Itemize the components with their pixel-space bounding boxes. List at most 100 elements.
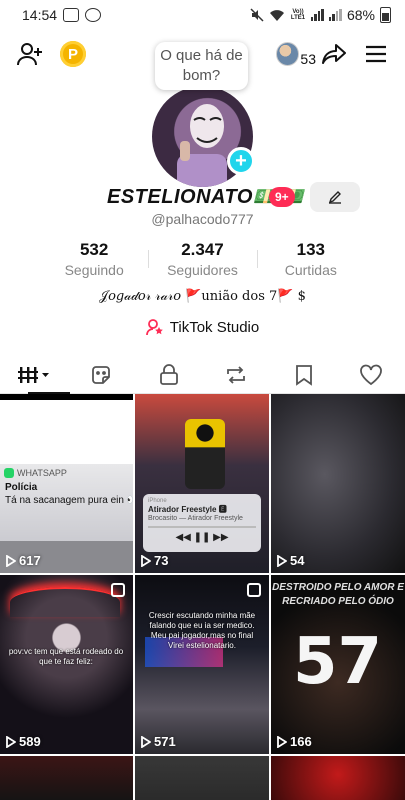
volte-label: Vo)) LTE1 (290, 9, 306, 21)
tab-private[interactable] (135, 356, 203, 393)
share-icon (322, 44, 346, 64)
signal-2-icon (328, 9, 342, 21)
notification-badge[interactable]: 9+ (269, 187, 295, 207)
stat-value: 532 (79, 240, 109, 259)
video-thumbnail[interactable]: pov:vc tem que está rodeado do que te fa… (0, 575, 133, 754)
video-thumbnail[interactable]: Crescir escutando minha mãe falando que … (135, 575, 269, 754)
stat-label: Seguidores (167, 262, 238, 278)
view-count: 54 (277, 553, 304, 568)
battery-icon (380, 7, 391, 23)
app-notification-icon (85, 8, 102, 22)
music-artist: Brocasito — Atirador Freestyle (148, 515, 243, 522)
view-count-value: 73 (154, 553, 169, 568)
edit-profile-button[interactable] (310, 182, 360, 212)
videos-grid-icon (17, 366, 49, 383)
stat-following[interactable]: 532 Seguindo (40, 240, 148, 280)
hamburger-menu-icon (366, 45, 386, 63)
video-thumbnail[interactable]: iPhone Atirador Freestyle 🅴 Brocasito — … (135, 394, 269, 573)
plus-icon: + (235, 149, 247, 172)
battery-percent: 68% (346, 7, 375, 23)
pencil-icon (328, 191, 341, 204)
video-thumbnail[interactable] (0, 756, 133, 800)
stat-label: Curtidas (284, 262, 337, 278)
stat-value: 2.347 (181, 240, 224, 259)
username: @palhacodo777 (151, 211, 254, 227)
view-count-value: 589 (19, 734, 41, 749)
music-title: Atirador Freestyle 🅴 (148, 505, 227, 514)
tab-videos[interactable] (0, 356, 70, 394)
lock-icon (159, 363, 178, 385)
view-count: 166 (277, 734, 312, 749)
whatsapp-icon (4, 468, 14, 478)
gallery-notification-icon (63, 8, 80, 22)
studio-label: TikTok Studio (169, 318, 260, 336)
view-count: 73 (141, 553, 168, 568)
heart-icon (360, 364, 383, 385)
whatsapp-notification: WHATSAPP Polícia Tá na sacanagem pura ei… (0, 464, 133, 547)
sticker-icon (92, 365, 111, 384)
profile-visitors-button[interactable]: 53 (276, 36, 316, 72)
add-story-button[interactable]: + (227, 147, 255, 175)
tiktok-studio-link[interactable]: TikTok Studio (0, 318, 405, 336)
studio-icon (145, 319, 163, 336)
tab-reposts[interactable] (203, 356, 271, 393)
jersey-number: 57 (293, 625, 383, 699)
share-profile-button[interactable] (320, 36, 348, 72)
play-icon (6, 735, 16, 748)
tab-reposts-stickers[interactable] (68, 356, 136, 393)
wifi-icon (269, 9, 284, 21)
coins-button[interactable]: P (58, 36, 88, 72)
view-count-value: 54 (290, 553, 305, 568)
video-thumbnail[interactable] (135, 756, 269, 800)
status-bubble[interactable]: O que há de bom? (155, 42, 248, 90)
tab-saved[interactable] (270, 356, 338, 393)
name-row: ESTELIONATO💵💵 9+ (0, 182, 405, 212)
profile-tabs (0, 356, 405, 394)
status-bubble-text: O que há de bom? (160, 47, 243, 84)
neon-light (10, 587, 120, 617)
stat-likes[interactable]: 133 Curtidas (256, 240, 365, 280)
play-icon (141, 554, 151, 567)
signal-icon (310, 9, 324, 21)
bookmark-icon (295, 364, 312, 386)
view-count: 617 (6, 553, 41, 568)
video-caption: Crescir escutando minha mãe falando que … (148, 611, 256, 650)
mute-icon (250, 8, 264, 22)
play-icon (141, 735, 151, 748)
video-thumbnail[interactable]: DESTROIDO PELO AMOR E RECRIADO PELO ÓDIO… (271, 575, 405, 754)
status-time: 14:54 (22, 7, 58, 23)
profile-bio: 𝒥𝑜𝑔𝒶𝒹𝑜𝓇 𝓇𝒶𝓇𝑜 🚩união dos 7🚩 $ (99, 289, 306, 304)
play-icon (277, 735, 287, 748)
play-icon (6, 554, 16, 567)
visitor-avatar (276, 42, 300, 66)
menu-button[interactable] (362, 36, 390, 72)
profile-stats: 532 Seguindo 2.347 Seguidores 133 Curtid… (40, 240, 365, 280)
play-icon (277, 554, 287, 567)
visitors-count: 53 (300, 51, 316, 67)
repost-icon (227, 365, 246, 384)
music-player-card: iPhone Atirador Freestyle 🅴 Brocasito — … (143, 494, 261, 552)
stat-followers[interactable]: 2.347 Seguidores (148, 240, 256, 280)
multi-image-icon (111, 583, 125, 597)
whatsapp-message: Tá na sacanagem pura ein 👀 (5, 495, 133, 506)
add-user-icon (17, 43, 42, 66)
video-thumbnail[interactable]: WHATSAPP Polícia Tá na sacanagem pura ei… (0, 394, 133, 573)
video-grid: WHATSAPP Polícia Tá na sacanagem pura ei… (0, 394, 405, 800)
stat-value: 133 (296, 240, 325, 259)
coin-icon: P (60, 41, 86, 67)
view-count-value: 571 (154, 734, 176, 749)
view-count: 571 (141, 734, 176, 749)
music-progress (148, 526, 256, 528)
video-thumbnail[interactable] (271, 756, 405, 800)
video-caption: DESTROIDO PELO AMOR E RECRIADO PELO ÓDIO (272, 582, 404, 607)
video-thumbnail[interactable]: 54 (271, 394, 405, 573)
tab-liked[interactable] (338, 356, 405, 393)
add-friend-button[interactable] (14, 36, 46, 72)
video-caption: pov:vc tem que está rodeado do que te fa… (8, 647, 124, 666)
multi-image-icon (247, 583, 261, 597)
status-bar: 14:54 Vo)) LTE1 68% (0, 0, 405, 30)
view-count-value: 166 (290, 734, 312, 749)
stat-label: Seguindo (64, 262, 124, 278)
whatsapp-sender: Polícia (5, 482, 38, 493)
view-count: 589 (6, 734, 41, 749)
